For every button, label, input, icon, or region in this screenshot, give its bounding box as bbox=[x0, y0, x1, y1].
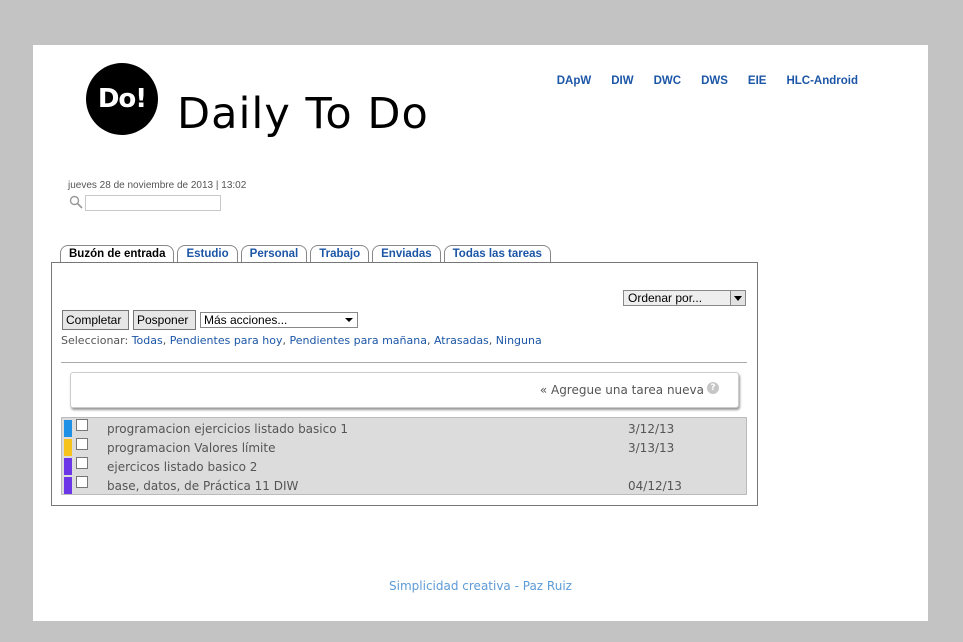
top-nav: DApW DIW DWC DWS EIE HLC-Android bbox=[557, 75, 858, 87]
task-title[interactable]: ejercicos listado basico 2 bbox=[107, 460, 257, 474]
footer-credit: Simplicidad creativa - Paz Ruiz bbox=[389, 579, 572, 593]
tab-bar: Buzón de entrada Estudio Personal Trabaj… bbox=[60, 245, 551, 263]
tab-enviadas[interactable]: Enviadas bbox=[372, 245, 441, 263]
postpone-button[interactable]: Posponer bbox=[133, 310, 196, 330]
task-title[interactable]: base, datos, de Práctica 11 DIW bbox=[107, 479, 298, 493]
priority-marker bbox=[64, 420, 72, 437]
task-row: base, datos, de Práctica 11 DIW 04/12/13 bbox=[62, 475, 746, 494]
nav-link-dwc[interactable]: DWC bbox=[654, 75, 681, 87]
select-filter: Seleccionar: Todas, Pendientes para hoy,… bbox=[61, 334, 542, 347]
task-title[interactable]: programacion ejercicios listado basico 1 bbox=[107, 422, 348, 436]
priority-marker bbox=[64, 477, 72, 494]
logo-text: Do! bbox=[97, 84, 147, 114]
more-actions-label: Más acciones... bbox=[204, 313, 288, 327]
tab-estudio[interactable]: Estudio bbox=[177, 245, 238, 263]
task-date: 3/12/13 bbox=[628, 422, 675, 436]
priority-marker bbox=[64, 439, 72, 456]
task-checkbox[interactable] bbox=[76, 457, 88, 469]
nav-link-dws[interactable]: DWS bbox=[701, 75, 728, 87]
task-row: ejercicos listado basico 2 bbox=[62, 456, 746, 475]
tab-trabajo[interactable]: Trabajo bbox=[310, 245, 370, 263]
task-checkbox[interactable] bbox=[76, 438, 88, 450]
select-overdue-link[interactable]: Atrasadas bbox=[434, 334, 489, 347]
app-title: Daily To Do bbox=[177, 89, 429, 139]
help-icon[interactable]: ? bbox=[707, 382, 719, 394]
task-row: programacion ejercicios listado basico 1… bbox=[62, 418, 746, 437]
priority-marker bbox=[64, 458, 72, 475]
nav-link-hlc-android[interactable]: HLC-Android bbox=[786, 75, 858, 87]
complete-button[interactable]: Completar bbox=[62, 310, 129, 330]
task-list: programacion ejercicios listado basico 1… bbox=[61, 417, 747, 495]
page: Do! Daily To Do DApW DIW DWC DWS EIE HLC… bbox=[33, 45, 928, 621]
task-date: 04/12/13 bbox=[628, 479, 682, 493]
select-all-link[interactable]: Todas bbox=[132, 334, 163, 347]
select-prefix: Seleccionar: bbox=[61, 334, 132, 347]
chevron-down-icon bbox=[345, 318, 353, 322]
tab-personal[interactable]: Personal bbox=[240, 245, 308, 263]
task-row: programacion Valores límite 3/13/13 bbox=[62, 437, 746, 456]
task-checkbox[interactable] bbox=[76, 419, 88, 431]
nav-link-dapw[interactable]: DApW bbox=[557, 75, 592, 87]
select-none-link[interactable]: Ninguna bbox=[496, 334, 542, 347]
sort-select[interactable]: Ordenar por... bbox=[623, 290, 746, 306]
more-actions-select[interactable]: Más acciones... bbox=[200, 312, 358, 328]
chevron-down-icon bbox=[730, 291, 745, 305]
nav-link-eie[interactable]: EIE bbox=[748, 75, 767, 87]
logo: Do! bbox=[86, 63, 158, 135]
nav-link-diw[interactable]: DIW bbox=[611, 75, 633, 87]
select-due-tomorrow-link[interactable]: Pendientes para mañana bbox=[290, 334, 427, 347]
tab-inbox[interactable]: Buzón de entrada bbox=[60, 245, 175, 263]
tab-all-tasks[interactable]: Todas las tareas bbox=[443, 245, 551, 263]
add-task-box: « Agregue una tarea nueva ? bbox=[70, 372, 739, 408]
task-title[interactable]: programacion Valores límite bbox=[107, 441, 275, 455]
select-due-today-link[interactable]: Pendientes para hoy bbox=[170, 334, 283, 347]
datetime: jueves 28 de noviembre de 2013 | 13:02 bbox=[68, 180, 247, 191]
task-checkbox[interactable] bbox=[76, 476, 88, 488]
task-date: 3/13/13 bbox=[628, 441, 675, 455]
divider bbox=[61, 362, 747, 363]
add-task-link[interactable]: « Agregue una tarea nueva bbox=[540, 383, 704, 397]
search-icon bbox=[69, 195, 83, 209]
sort-select-label: Ordenar por... bbox=[628, 291, 703, 305]
search-input[interactable] bbox=[85, 195, 221, 211]
tasks-panel: Ordenar por... Completar Posponer Más ac… bbox=[51, 262, 758, 506]
